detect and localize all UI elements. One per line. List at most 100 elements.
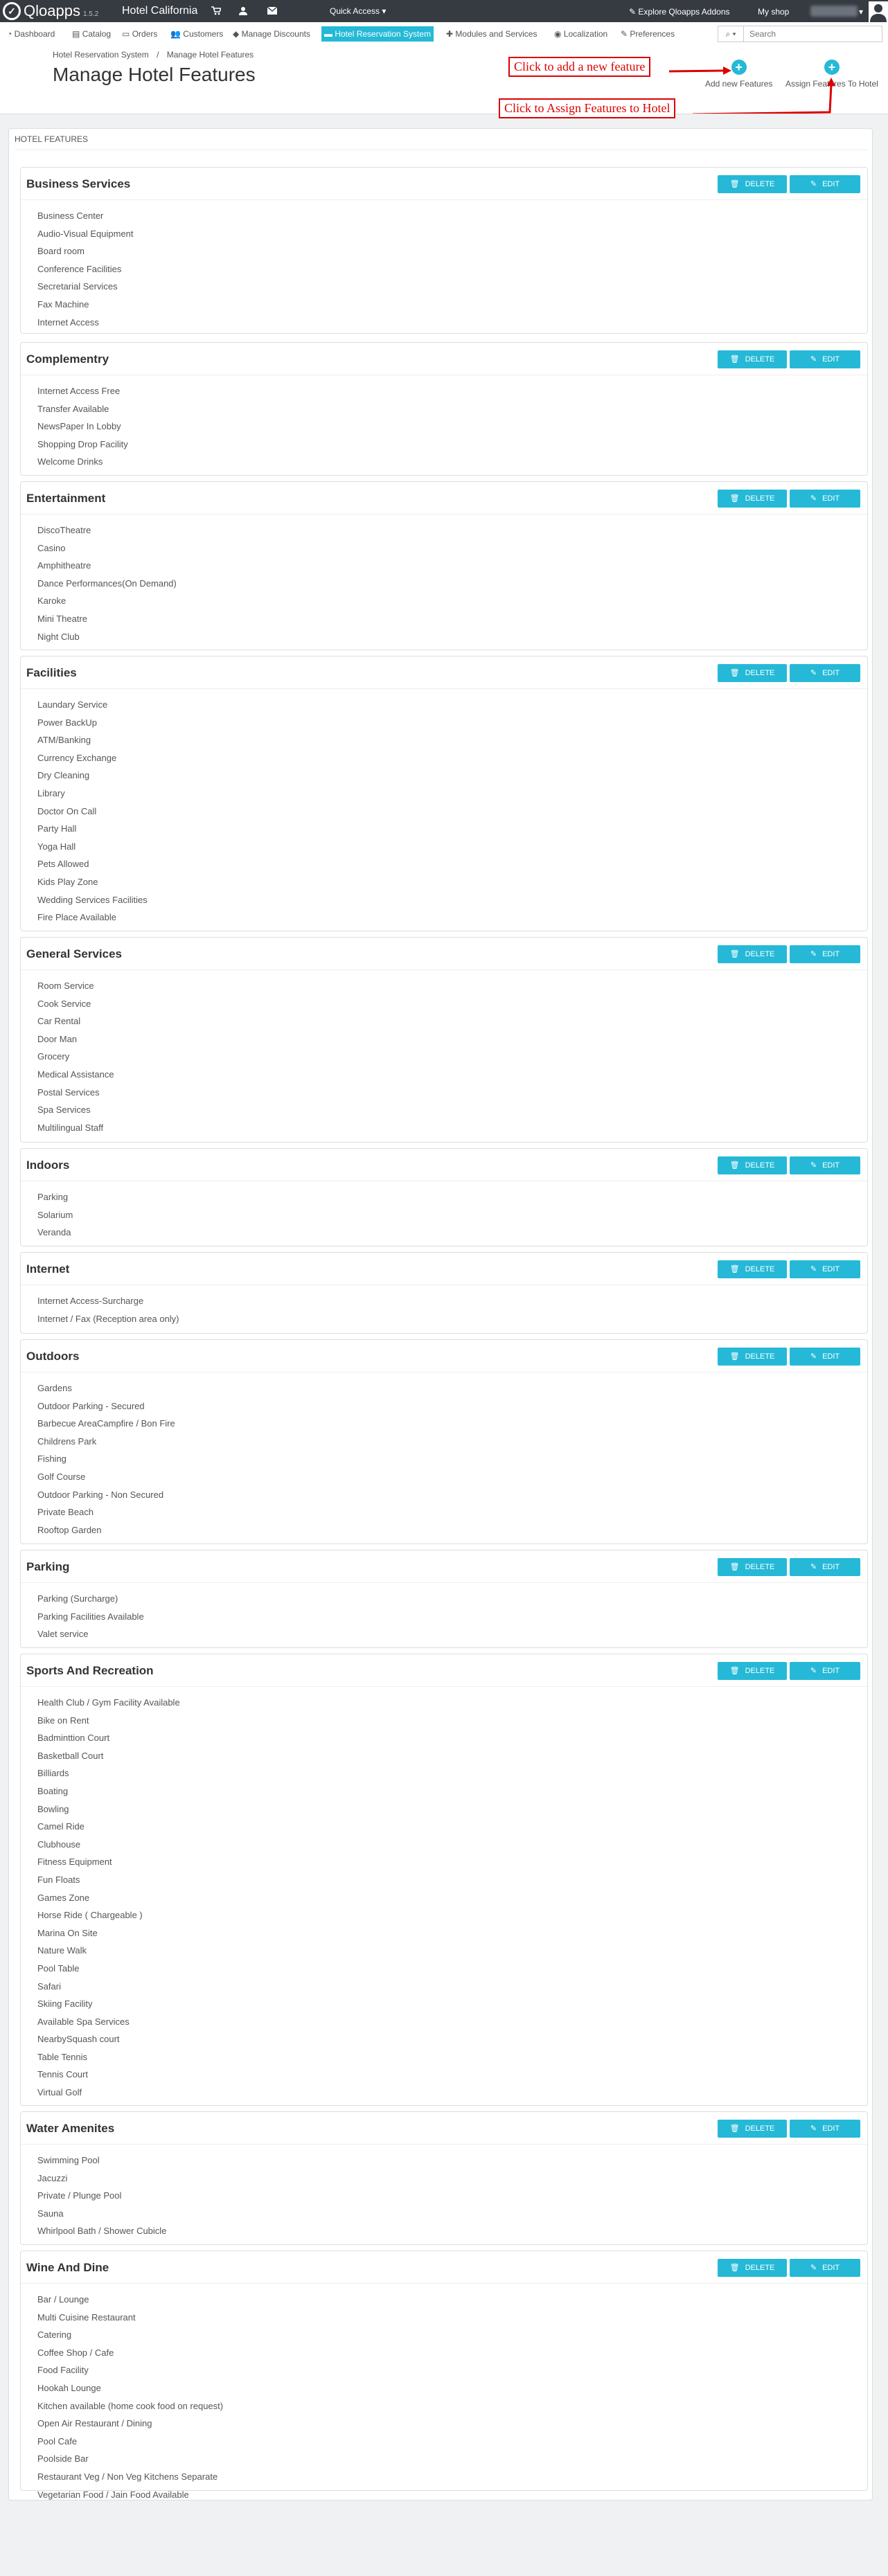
feature-item: Pets Allowed xyxy=(37,859,89,870)
feature-item: Fitness Equipment xyxy=(37,1857,112,1868)
qloapps-logo[interactable]: ✓ Qloapps 1.5.2 xyxy=(3,2,98,20)
edit-button[interactable]: ✎ EDIT xyxy=(790,350,860,368)
feature-list: Gardens Outdoor Parking - Secured Barbecue… xyxy=(37,1379,175,1539)
feature-item: Barbecue AreaCampfire / Bon Fire xyxy=(37,1418,175,1429)
cart-icon[interactable] xyxy=(211,6,222,17)
quick-access-dropdown[interactable]: Quick Access ▾ xyxy=(330,6,386,16)
delete-button[interactable]: 🗑 DELETE xyxy=(718,2120,787,2138)
edit-button[interactable]: ✎ EDIT xyxy=(790,945,860,963)
feature-item: Health Club / Gym Facility Available xyxy=(37,1697,180,1708)
nav-item-modules-and-services[interactable]: ✚ Modules and Services xyxy=(443,26,540,42)
delete-button[interactable]: 🗑 DELETE xyxy=(718,2259,787,2277)
feature-item: NewsPaper In Lobby xyxy=(37,421,121,432)
edit-button[interactable]: ✎ EDIT xyxy=(790,1260,860,1278)
trash-icon: 🗑 xyxy=(729,1352,740,1361)
edit-button[interactable]: ✎ EDIT xyxy=(790,2259,860,2277)
feature-item: Kids Play Zone xyxy=(37,876,98,887)
edit-button[interactable]: ✎ EDIT xyxy=(790,490,860,508)
trash-icon: 🗑 xyxy=(729,1667,740,1675)
delete-button[interactable]: 🗑 DELETE xyxy=(718,1156,787,1174)
caret-down-icon[interactable]: ▾ xyxy=(859,7,863,17)
feature-item: Solarium xyxy=(37,1209,73,1220)
delete-button[interactable]: 🗑 DELETE xyxy=(718,1558,787,1576)
edit-button[interactable]: ✎ EDIT xyxy=(790,1558,860,1576)
feature-item: Library xyxy=(37,787,65,798)
feature-section-complementry: Complementry 🗑 DELETE ✎ EDIT Internet Access … xyxy=(20,342,868,476)
edit-button[interactable]: ✎ EDIT xyxy=(790,1662,860,1680)
trash-icon: 🗑 xyxy=(729,669,740,677)
delete-button[interactable]: 🗑 DELETE xyxy=(718,175,787,193)
feature-item: Internet / Fax (Reception area only) xyxy=(37,1313,179,1324)
search-type-dropdown[interactable]: ⌕ ▾ xyxy=(718,26,744,42)
feature-list: DiscoTheatre Casino Amphitheatre Dance Perf… xyxy=(37,521,177,645)
edit-label: EDIT xyxy=(822,494,840,503)
shop-name[interactable]: Hotel California xyxy=(122,5,197,17)
my-shop-link[interactable]: My shop xyxy=(758,7,789,17)
trash-icon: 🗑 xyxy=(729,494,740,503)
section-header: Wine And Dine 🗑 DELETE ✎ EDIT xyxy=(21,2251,867,2284)
feature-item: Secretarial Services xyxy=(37,281,118,292)
edit-button[interactable]: ✎ EDIT xyxy=(790,664,860,682)
delete-button[interactable]: 🗑 DELETE xyxy=(718,1260,787,1278)
feature-item: Outdoor Parking - Non Secured xyxy=(37,1489,164,1500)
employee-name[interactable] xyxy=(810,6,858,17)
delete-label: DELETE xyxy=(745,180,775,188)
delete-button[interactable]: 🗑 DELETE xyxy=(718,945,787,963)
section-title: Water Amenites xyxy=(26,2122,115,2135)
feature-item: Boating xyxy=(37,1785,69,1796)
envelope-icon[interactable] xyxy=(267,6,278,17)
nav-item-label: Orders xyxy=(132,29,158,39)
pencil-icon: ✎ xyxy=(810,669,817,677)
nav-item-orders[interactable]: ▭ Orders xyxy=(119,26,160,42)
feature-list: Internet Access Free Transfer Available Ne… xyxy=(37,382,128,471)
callout-arrows xyxy=(668,66,835,114)
delete-button[interactable]: 🗑 DELETE xyxy=(718,664,787,682)
edit-button[interactable]: ✎ EDIT xyxy=(790,1156,860,1174)
feature-section-wine-and-dine: Wine And Dine 🗑 DELETE ✎ EDIT Bar / Lounge Mul… xyxy=(20,2251,868,2500)
feature-item: Pool Table xyxy=(37,1962,80,1974)
delete-button[interactable]: 🗑 DELETE xyxy=(718,1348,787,1366)
avatar[interactable] xyxy=(869,1,888,22)
nav-item-catalog[interactable]: ▤ Catalog xyxy=(69,26,114,42)
search-input[interactable] xyxy=(744,26,882,42)
delete-label: DELETE xyxy=(745,1265,775,1273)
feature-item: Internet Access Free xyxy=(37,386,121,396)
nav-item-hotel-reservation-system[interactable]: ▬ Hotel Reservation System xyxy=(321,26,434,42)
nav-item-customers[interactable]: 👥 Customers xyxy=(168,26,226,42)
tag-icon: ◆ xyxy=(233,29,240,39)
hotel-features-panel: HOTEL FEATURES Business Services 🗑 DELETE ✎… xyxy=(8,128,873,2501)
section-title: Outdoors xyxy=(26,1350,80,1363)
nav-item-preferences[interactable]: ✎ Preferences xyxy=(618,26,677,42)
nav-item-localization[interactable]: ◉ Localization xyxy=(551,26,610,42)
feature-item: Bowling xyxy=(37,1803,69,1814)
feature-item: Parking Facilities Available xyxy=(37,1611,144,1622)
nav-item-manage-discounts[interactable]: ◆ Manage Discounts xyxy=(230,26,313,42)
book-icon: ▤ xyxy=(72,29,80,39)
edit-button[interactable]: ✎ EDIT xyxy=(790,2120,860,2138)
delete-button[interactable]: 🗑 DELETE xyxy=(718,350,787,368)
section-header: General Services 🗑 DELETE ✎ EDIT xyxy=(21,938,867,970)
feature-item: Internet Access xyxy=(37,316,99,328)
delete-label: DELETE xyxy=(745,1161,775,1170)
feature-section-parking: Parking 🗑 DELETE ✎ EDIT Parking (Surcharge) Pa… xyxy=(20,1550,868,1648)
edit-button[interactable]: ✎ EDIT xyxy=(790,1348,860,1366)
delete-button[interactable]: 🗑 DELETE xyxy=(718,1662,787,1680)
nav-item-dashboard[interactable]: ◔ Dashboard xyxy=(4,26,57,42)
trash-icon: 🗑 xyxy=(729,2264,740,2272)
feature-item: Party Hall xyxy=(37,823,77,834)
trash-icon: 🗑 xyxy=(729,355,740,364)
feature-item: Night Club xyxy=(37,631,80,642)
feature-list: Internet Access-Surcharge Internet / Fax … xyxy=(37,1292,179,1327)
section-header: Indoors 🗑 DELETE ✎ EDIT xyxy=(21,1149,867,1181)
user-icon[interactable] xyxy=(239,6,247,17)
explore-addons-link[interactable]: ✎ Explore Qloapps Addons xyxy=(629,7,730,17)
feature-item: Fun Floats xyxy=(37,1874,80,1885)
edit-label: EDIT xyxy=(822,1667,840,1675)
edit-button[interactable]: ✎ EDIT xyxy=(790,175,860,193)
trash-icon: 🗑 xyxy=(729,180,740,188)
pencil-icon: ✎ xyxy=(810,2125,817,2133)
section-title: Complementry xyxy=(26,352,109,366)
trash-icon: 🗑 xyxy=(729,1563,740,1571)
delete-button[interactable]: 🗑 DELETE xyxy=(718,490,787,508)
feature-item: Sauna xyxy=(37,2208,64,2219)
